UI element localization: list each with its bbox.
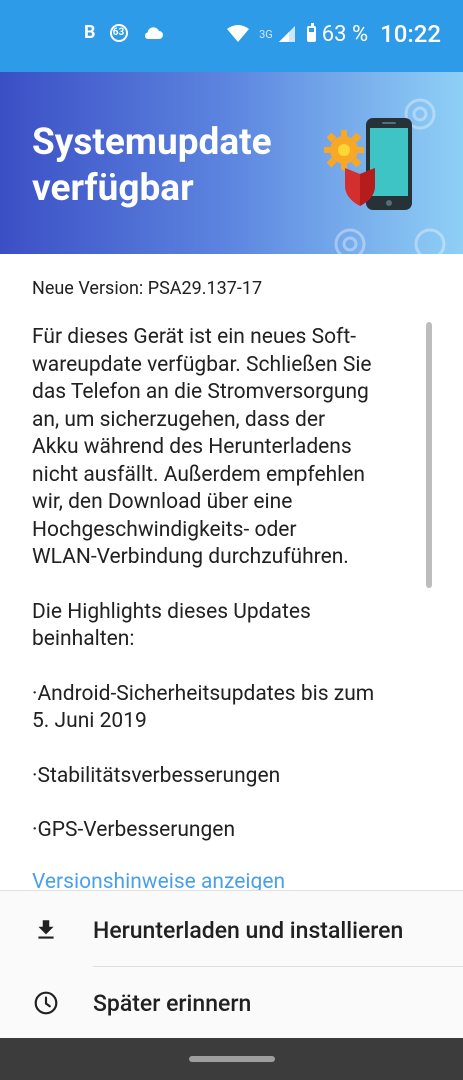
- scrollbar[interactable]: [426, 322, 432, 588]
- network-type: 3G: [259, 27, 273, 41]
- battery-percent: 63 %: [321, 21, 369, 47]
- wifi-icon: [227, 25, 250, 42]
- notification-b-icon: B: [84, 22, 96, 43]
- battery-icon: [306, 23, 316, 42]
- update-description: Für dieses Gerät ist ein neues Soft- war…: [32, 324, 417, 845]
- bullet-security: ·Android-Sicherheitsupdates bis zum 5. J…: [32, 681, 375, 734]
- update-details[interactable]: Neue Version: PSA29.137-17 Für dieses Ge…: [0, 254, 463, 890]
- header-banner: Systemupdate verfügbar: [0, 72, 463, 254]
- clock-icon: [34, 991, 58, 1015]
- download-install-button[interactable]: Herunterladen und installieren: [0, 894, 463, 966]
- status-bar: B 63 3G 63 % 10:22: [0, 0, 463, 72]
- clock: 10:22: [380, 20, 441, 48]
- cloud-icon: [144, 26, 163, 39]
- version-label: Neue Version: PSA29.137-17: [32, 278, 263, 299]
- bullet-stability: ·Stabilitätsverbesserungen: [32, 763, 281, 788]
- release-notes-link[interactable]: Versionshinweise anzeigen: [32, 870, 285, 890]
- phone-update-illustration-icon: [324, 98, 446, 254]
- remind-later-label: Später erinnern: [93, 989, 252, 1017]
- description-paragraph: Für dieses Gerät ist ein neues Soft- war…: [32, 325, 372, 569]
- home-gesture-handle[interactable]: [189, 1056, 275, 1062]
- download-icon: [38, 920, 54, 939]
- notification-badge-icon: 63: [109, 23, 128, 42]
- bullet-gps: ·GPS-Verbesserungen: [32, 818, 236, 842]
- page-title: Systemupdate verfügbar: [32, 121, 272, 210]
- remind-later-button[interactable]: Später erinnern: [0, 967, 463, 1039]
- download-install-label: Herunterladen und installieren: [93, 916, 404, 944]
- signal-icon: [278, 26, 295, 42]
- action-sheet: Herunterladen und installieren Später er…: [0, 890, 463, 1039]
- navigation-bar: [0, 1038, 463, 1080]
- highlights-intro: Die Highlights dieses Updates beinhalten…: [32, 599, 311, 652]
- gear-icon: [324, 130, 364, 170]
